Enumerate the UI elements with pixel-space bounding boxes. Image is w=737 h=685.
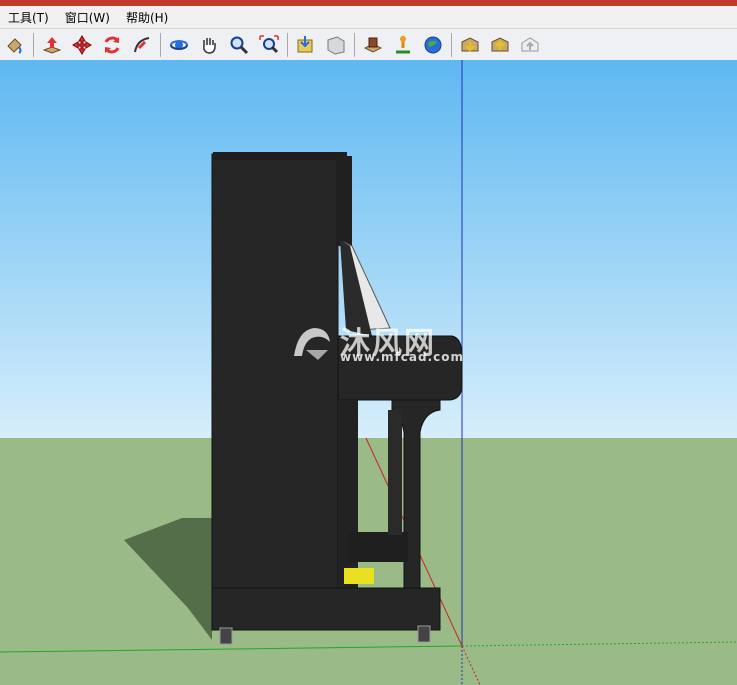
piano-lid <box>213 152 347 160</box>
pedals <box>344 568 374 584</box>
follow-me-icon[interactable] <box>128 31 156 59</box>
move-icon[interactable] <box>68 31 96 59</box>
watermark-logo-icon <box>294 328 330 360</box>
add-location-icon[interactable] <box>389 31 417 59</box>
toolbar-separator <box>160 32 161 57</box>
get-models-icon[interactable] <box>292 31 320 59</box>
push-pull-icon[interactable] <box>38 31 66 59</box>
toolbar <box>0 29 737 61</box>
paint-bucket-icon[interactable] <box>1 31 29 59</box>
leg-inner <box>388 410 402 535</box>
zoom-icon[interactable] <box>225 31 253 59</box>
warehouse-share-icon[interactable] <box>486 31 514 59</box>
menu-bar: 工具(T) 窗口(W) 帮助(H) <box>0 6 737 29</box>
pan-icon[interactable] <box>195 31 223 59</box>
pedal-box <box>348 532 408 562</box>
piano-base <box>211 587 441 631</box>
model-shadow <box>124 518 212 640</box>
menu-help[interactable]: 帮助(H) <box>118 9 176 26</box>
piano-upper-front <box>336 156 352 246</box>
piano-model-scene <box>0 60 737 685</box>
toolbar-separator <box>287 32 288 57</box>
3d-viewport[interactable]: 沐风网 www.mfcad.com <box>0 60 737 685</box>
warehouse-download-icon[interactable] <box>456 31 484 59</box>
wheel-front <box>417 625 431 643</box>
red-axis-negative <box>461 645 481 685</box>
components-icon[interactable] <box>359 31 387 59</box>
wheel-back <box>219 627 233 645</box>
toolbar-separator <box>354 32 355 57</box>
watermark: 沐风网 www.mfcad.com <box>288 318 463 368</box>
green-axis-negative <box>461 641 737 647</box>
toolbar-separator <box>33 32 34 57</box>
piano-body <box>211 153 339 630</box>
orbit-icon[interactable] <box>165 31 193 59</box>
green-axis <box>0 645 463 653</box>
rotate-icon[interactable] <box>98 31 126 59</box>
menu-window[interactable]: 窗口(W) <box>57 9 118 26</box>
menu-tools[interactable]: 工具(T) <box>0 9 57 26</box>
watermark-url: www.mfcad.com <box>340 350 464 364</box>
toolbar-separator <box>451 32 452 57</box>
google-earth-icon[interactable] <box>419 31 447 59</box>
warehouse-upload-icon[interactable] <box>516 31 544 59</box>
share-model-icon[interactable] <box>322 31 350 59</box>
zoom-extents-icon[interactable] <box>255 31 283 59</box>
